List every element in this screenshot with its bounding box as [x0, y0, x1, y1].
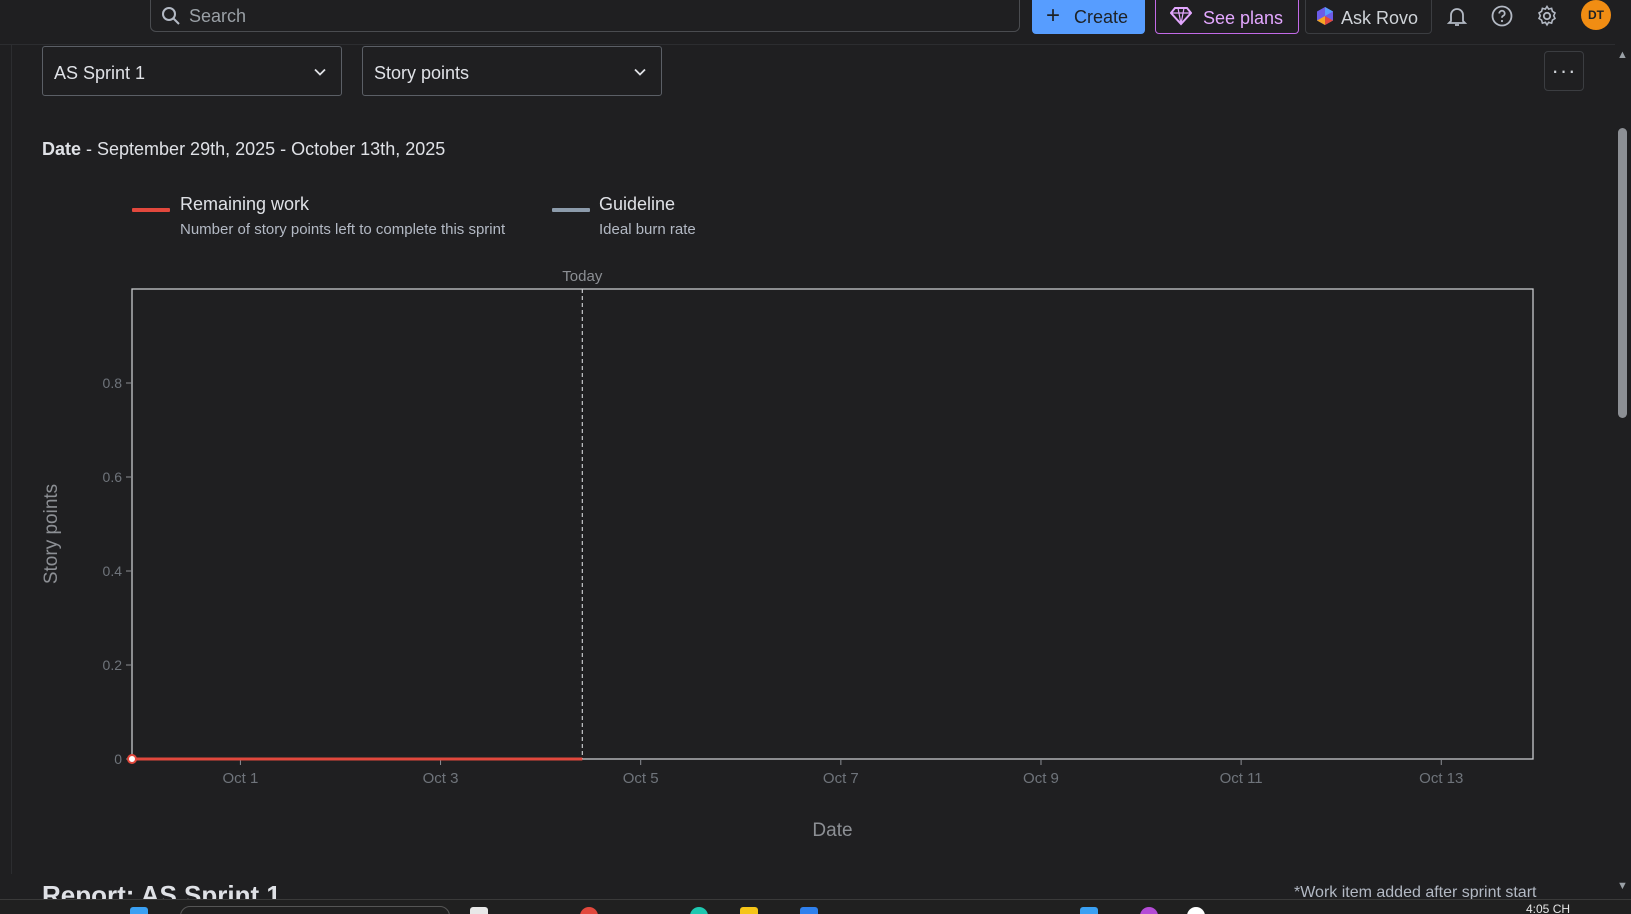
legend-description: Ideal burn rate: [599, 221, 696, 238]
create-button-label: Create: [1074, 7, 1129, 27]
sprint-select-value: AS Sprint 1: [54, 63, 146, 83]
legend-title: Guideline: [599, 194, 676, 214]
bell-icon[interactable]: [1445, 4, 1469, 28]
plot-area-border: [131, 288, 1534, 760]
burndown-chart: 0 0.2 0.4 0.6 0.8 Oct 1 Oct 3 Oct 5 Oct 7 Oct 9 Oc…: [41, 268, 1534, 841]
gear-icon[interactable]: [1535, 4, 1559, 28]
top-navigation-bar: Search + Create See plans Ask Rovo DT: [0, 0, 1631, 45]
legend-swatch-guideline: [552, 208, 590, 212]
taskbar-clock: 4:05 CH: [1526, 902, 1571, 914]
y-tick-label: 0.2: [103, 657, 123, 673]
remaining-work-start-point: [127, 754, 137, 764]
estimation-select[interactable]: Story points: [362, 46, 662, 96]
plus-icon: +: [1046, 2, 1061, 29]
chevron-down-icon: [314, 68, 326, 76]
scroll-up-arrow-icon[interactable]: ▲: [1617, 49, 1628, 61]
more-icon: ···: [1551, 58, 1577, 83]
avatar[interactable]: DT: [1581, 0, 1611, 30]
x-axis-label: Date: [812, 820, 852, 841]
search-input[interactable]: Search: [150, 0, 1020, 32]
x-tick-label: Oct 9: [1023, 770, 1059, 787]
y-tick-label: 0.8: [103, 375, 123, 391]
scroll-down-arrow-icon[interactable]: ▼: [1617, 880, 1628, 892]
x-tick-label: Oct 3: [423, 770, 459, 787]
y-axis-label: Story points: [41, 484, 62, 584]
legend-title: Remaining work: [180, 194, 310, 214]
chevron-down-icon: [634, 68, 646, 76]
sprint-select[interactable]: AS Sprint 1: [42, 46, 342, 96]
estimation-select-value: Story points: [374, 63, 470, 83]
see-plans-button[interactable]: See plans: [1155, 0, 1299, 34]
x-tick-label: Oct 11: [1220, 770, 1263, 787]
y-tick-label: 0: [114, 751, 122, 767]
os-taskbar: 4:05 CH: [0, 899, 1631, 914]
x-tick-label: Oct 5: [623, 770, 659, 787]
see-plans-label: See plans: [1203, 8, 1284, 28]
x-tick-label: Oct 13: [1419, 770, 1463, 787]
create-button[interactable]: + Create: [1032, 0, 1145, 34]
ask-rovo-button[interactable]: Ask Rovo: [1305, 0, 1432, 34]
diamond-icon: [1170, 7, 1192, 26]
ask-rovo-label: Ask Rovo: [1341, 8, 1419, 28]
more-actions-button[interactable]: ···: [1544, 51, 1584, 91]
legend-description: Number of story points left to complete …: [180, 221, 506, 238]
legend-swatch-remaining-work: [132, 208, 170, 212]
x-tick-label: Oct 1: [222, 770, 258, 787]
y-tick-label: 0.6: [103, 469, 123, 485]
today-marker-label: Today: [562, 268, 603, 285]
date-range: Date - September 29th, 2025 - October 13…: [42, 139, 445, 160]
scrollbar-thumb[interactable]: [1618, 128, 1627, 418]
date-range-value: - September 29th, 2025 - October 13th, 2…: [81, 139, 446, 159]
rovo-icon: [1317, 7, 1333, 25]
date-range-label: Date: [42, 139, 82, 159]
search-icon: [162, 7, 180, 25]
x-tick-label: Oct 7: [823, 770, 859, 787]
help-icon[interactable]: [1490, 4, 1514, 28]
y-tick-label: 0.4: [103, 563, 123, 579]
search-placeholder: Search: [189, 6, 247, 26]
